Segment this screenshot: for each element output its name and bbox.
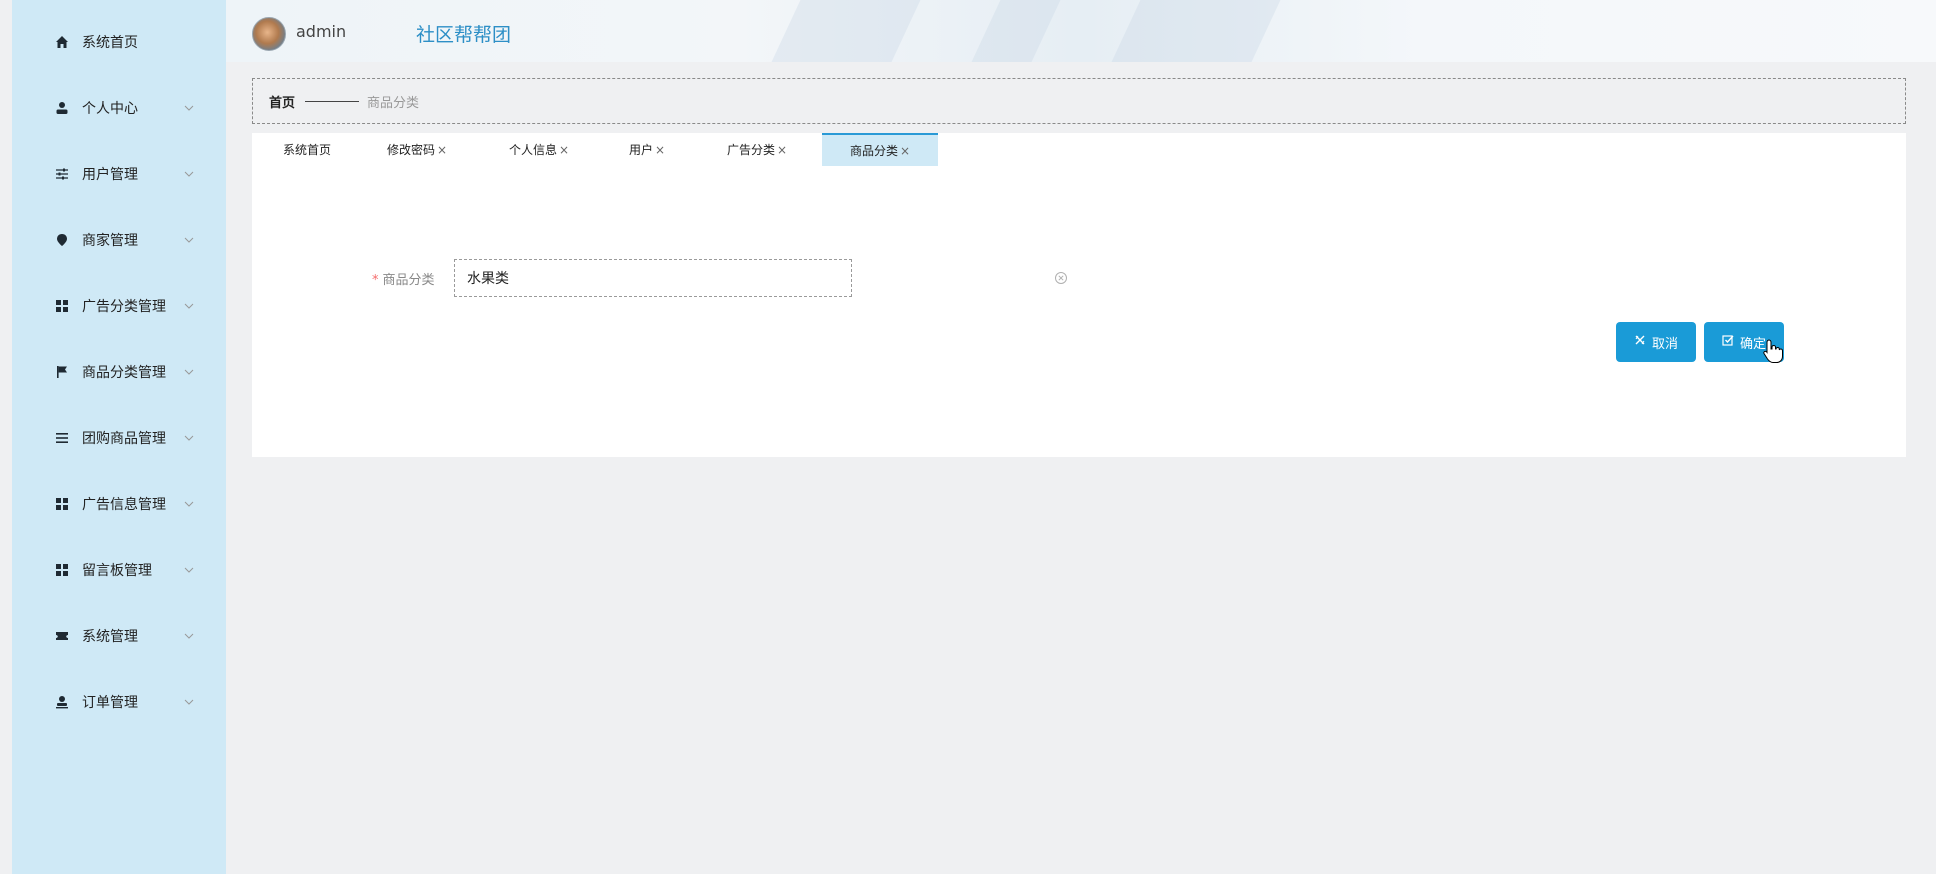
product-category-label: * 商品分类 <box>372 269 435 288</box>
chevron-down-icon <box>182 563 196 577</box>
sidebar-item-ad-category-management[interactable]: 广告分类管理 <box>12 286 226 326</box>
sidebar-item-personal-center[interactable]: 个人中心 <box>12 88 226 128</box>
hand-pointer-icon <box>1762 338 1784 364</box>
home-icon <box>54 34 70 50</box>
tab-product-category[interactable]: 商品分类 × <box>822 133 938 166</box>
sidebar-item-label: 订单管理 <box>82 695 138 711</box>
tab-ad-category[interactable]: 广告分类 × <box>702 133 812 166</box>
chevron-down-icon <box>182 233 196 247</box>
top-header: admin 社区帮帮团 <box>226 0 1936 62</box>
chevron-down-icon <box>182 167 196 181</box>
tab-users[interactable]: 用户 × <box>602 133 692 166</box>
sidebar-item-label: 广告信息管理 <box>82 497 166 513</box>
sidebar-item-label: 广告分类管理 <box>82 299 166 315</box>
tab-label: 个人信息 <box>508 143 557 157</box>
sidebar-item-label: 商品分类管理 <box>82 365 166 381</box>
tab-label: 修改密码 <box>386 143 435 157</box>
avatar[interactable] <box>252 17 286 51</box>
sidebar-item-home[interactable]: 系统首页 <box>12 22 226 62</box>
chevron-down-icon <box>182 365 196 379</box>
close-icon[interactable]: × <box>559 143 569 157</box>
sidebar-item-group-buy-management[interactable]: 团购商品管理 <box>12 418 226 458</box>
close-icon[interactable]: × <box>777 143 787 157</box>
required-mark: * <box>372 273 379 288</box>
list-icon <box>54 430 70 446</box>
sidebar-item-product-category-management[interactable]: 商品分类管理 <box>12 352 226 392</box>
tab-bar: 系统首页 修改密码 × 个人信息 × 用户 × 广告分类 × 商品分类 × <box>252 133 1906 166</box>
edit-check-icon <box>1722 334 1734 350</box>
breadcrumb: 首页 商品分类 <box>252 78 1906 124</box>
app-title: 社区帮帮团 <box>416 24 512 46</box>
cancel-icon <box>1634 334 1646 350</box>
tab-personal-info[interactable]: 个人信息 × <box>484 133 594 166</box>
breadcrumb-separator <box>305 100 360 102</box>
sidebar-item-order-management[interactable]: 订单管理 <box>12 682 226 722</box>
sidebar-item-label: 留言板管理 <box>82 563 152 579</box>
grid-icon <box>54 562 70 578</box>
sidebar-item-system-management[interactable]: 系统管理 <box>12 616 226 656</box>
sidebar-item-user-management[interactable]: 用户管理 <box>12 154 226 194</box>
tab-label: 系统首页 <box>282 143 331 157</box>
close-icon[interactable]: × <box>900 144 910 158</box>
grid-icon <box>54 496 70 512</box>
sidebar-item-label: 系统管理 <box>82 629 138 645</box>
cancel-button[interactable]: 取消 <box>1616 322 1696 362</box>
sidebar-item-label: 团购商品管理 <box>82 431 166 447</box>
close-icon[interactable]: × <box>437 143 447 157</box>
tab-label: 用户 <box>628 143 653 157</box>
sidebar-item-label: 用户管理 <box>82 167 138 183</box>
chevron-down-icon <box>182 431 196 445</box>
sidebar-item-merchant-management[interactable]: 商家管理 <box>12 220 226 260</box>
sidebar-item-label: 商家管理 <box>82 233 138 249</box>
header-decoration <box>771 0 921 62</box>
product-category-input[interactable] <box>454 259 852 297</box>
sliders-icon <box>54 166 70 182</box>
sidebar-item-label: 系统首页 <box>82 35 138 51</box>
flag-icon <box>54 364 70 380</box>
username[interactable]: admin <box>296 22 346 41</box>
chevron-down-icon <box>182 299 196 313</box>
sidebar-item-label: 个人中心 <box>82 101 138 117</box>
cancel-label: 取消 <box>1651 336 1678 352</box>
sidebar-item-ad-info-management[interactable]: 广告信息管理 <box>12 484 226 524</box>
chevron-down-icon <box>182 101 196 115</box>
tab-label: 广告分类 <box>726 143 775 157</box>
close-icon[interactable]: × <box>655 143 665 157</box>
header-decoration <box>1111 0 1281 62</box>
sidebar: 系统首页 个人中心 用户管理 商家管理 广告分类管理 商品分类管理 团购商品管理… <box>12 0 226 874</box>
tab-home[interactable]: 系统首页 <box>262 133 352 166</box>
chevron-down-icon <box>182 629 196 643</box>
chevron-down-icon <box>182 497 196 511</box>
chevron-down-icon <box>182 695 196 709</box>
location-pin-icon <box>54 232 70 248</box>
ticket-icon <box>54 628 70 644</box>
sidebar-item-message-board-management[interactable]: 留言板管理 <box>12 550 226 590</box>
user-upload-icon <box>54 694 70 710</box>
grid-icon <box>54 298 70 314</box>
field-label-text: 商品分类 <box>382 273 435 288</box>
header-decoration <box>971 0 1061 62</box>
user-icon <box>54 100 70 116</box>
breadcrumb-home[interactable]: 首页 <box>269 92 295 111</box>
tab-change-password[interactable]: 修改密码 × <box>362 133 472 166</box>
breadcrumb-current: 商品分类 <box>367 95 420 111</box>
tab-label: 商品分类 <box>849 144 898 158</box>
main-panel: 系统首页 修改密码× 个人信息× 用户× 广告分类× 商品分类× *商品分类 取… <box>252 133 1906 457</box>
clear-icon[interactable] <box>1054 270 1068 284</box>
